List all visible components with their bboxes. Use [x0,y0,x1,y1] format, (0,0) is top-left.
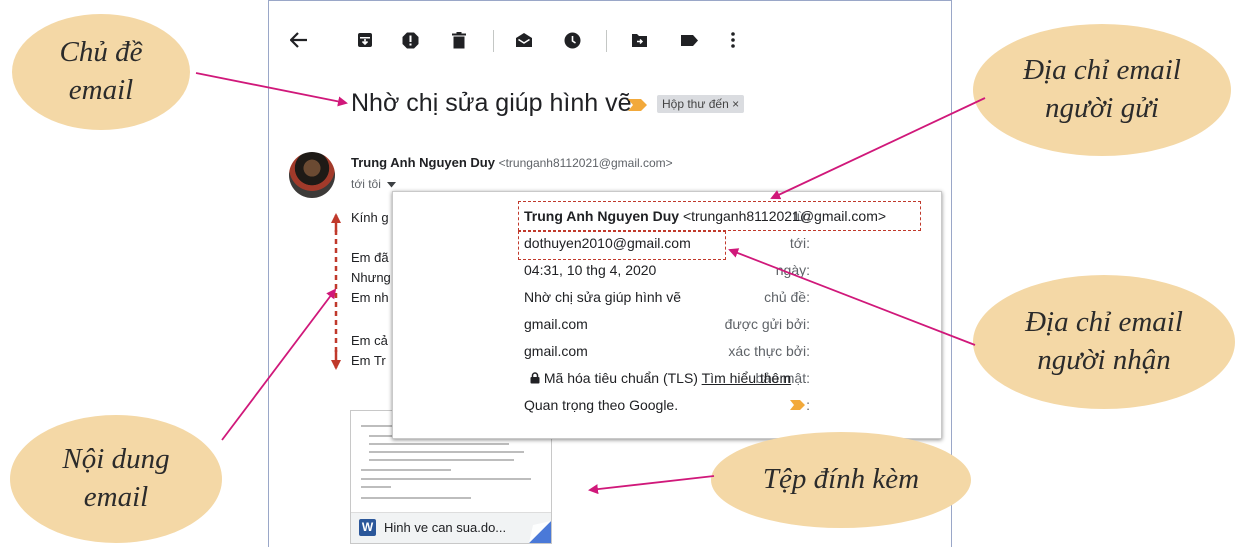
sender-address-highlight [518,201,921,231]
avatar[interactable] [289,152,335,198]
sender-name: Trung Anh Nguyen Duy [351,155,495,170]
page-curl-icon [529,521,551,543]
snooze-icon[interactable] [559,27,585,53]
detail-label-to: tới: [789,235,810,251]
word-file-icon: W [359,519,376,536]
document-preview-line [369,451,524,453]
detail-label-date: ngày: [775,262,810,278]
importance-marker-icon [790,400,806,410]
email-body-line: Em Tr [351,353,386,368]
document-preview-line [361,478,531,480]
detail-value-mailed-by: gmail.com [524,316,588,332]
delete-icon[interactable] [446,27,472,53]
chevron-down-icon[interactable] [387,182,397,188]
more-options-icon[interactable] [720,27,746,53]
annotation-bubble-subject: Chủ đề email [12,14,190,130]
annotation-subject-line2: email [68,74,134,106]
annotation-bubble-content: Nội dung email [10,415,222,543]
report-spam-icon[interactable] [397,27,423,53]
back-arrow-icon[interactable] [286,27,312,53]
annotation-bubble-recipient: Địa chỉ email người nhận [973,275,1235,409]
toolbar-separator [606,30,607,52]
email-body-line: Nhưng [351,270,391,285]
annotation-content-line2: email [83,481,149,513]
document-preview-line [361,469,451,471]
annotation-content-line1: Nội dung [62,443,170,476]
detail-label-mailed-by: được gửi bởi: [724,316,810,332]
detail-value-date: 04:31, 10 thg 4, 2020 [524,262,657,278]
annotation-sender-line1: Địa chỉ email [1023,54,1181,87]
move-to-icon[interactable] [626,27,652,53]
annotation-bubble-sender: Địa chỉ email người gửi [973,24,1231,156]
detail-label-subject: chủ đề: [764,289,810,305]
detail-label-signed-by: xác thực bởi: [728,343,810,359]
detail-value-importance: Quan trọng theo Google. [524,397,679,413]
annotation-recipient-line2: người nhận [1037,344,1171,376]
detail-label-importance: : [790,397,810,413]
annotation-sender-line2: người gửi [1045,92,1159,124]
document-preview-line [369,459,514,461]
recipient-summary[interactable]: tới tôi [351,177,397,191]
detail-value-security: Mã hóa tiêu chuẩn (TLS) Tìm hiểu thêm [530,370,791,386]
annotation-subject-line1: Chủ đề [59,36,143,69]
detail-value-signed-by: gmail.com [524,343,588,359]
document-preview-line [361,497,471,499]
annotation-attachment-label: Tệp đính kèm [762,463,920,496]
importance-marker-icon[interactable] [628,98,648,116]
sender-address: <trunganh8112021@gmail.com> [498,156,673,170]
email-body-line: Kính g [351,210,389,225]
inbox-label-chip[interactable]: Hộp thư đến × [657,95,745,113]
recipient-text: tới tôi [351,177,381,191]
remove-label-icon[interactable]: × [732,97,739,111]
attachment-name[interactable]: Hinh ve can sua.do... [384,520,506,535]
archive-icon[interactable] [352,27,378,53]
lock-icon [530,372,540,384]
detail-value-subject: Nhờ chị sửa giúp hình vẽ [524,289,682,305]
email-body-line: Em nh [351,290,389,305]
importance-label-colon: : [806,397,810,413]
document-preview-line [361,486,391,488]
sender-line: Trung Anh Nguyen Duy <trunganh8112021@gm… [351,155,673,170]
label-icon[interactable] [676,27,702,53]
annotation-bubble-attachment: Tệp đính kèm [711,432,971,528]
recipient-address-highlight [518,231,726,260]
email-body-line: Em đã [351,250,389,265]
toolbar-separator [493,30,494,52]
annotation-recipient-line1: Địa chỉ email [1025,306,1183,339]
document-preview-line [369,443,509,445]
security-text: Mã hóa tiêu chuẩn (TLS) [543,370,698,386]
email-subject: Nhờ chị sửa giúp hình vẽ [351,89,632,117]
mark-unread-icon[interactable] [511,27,537,53]
inbox-label-text: Hộp thư đến [662,97,729,111]
attachment-footer: W Hinh ve can sua.do... [351,512,551,543]
learn-more-link[interactable]: Tìm hiểu thêm [702,370,791,386]
email-body-line: Em cả [351,333,388,348]
